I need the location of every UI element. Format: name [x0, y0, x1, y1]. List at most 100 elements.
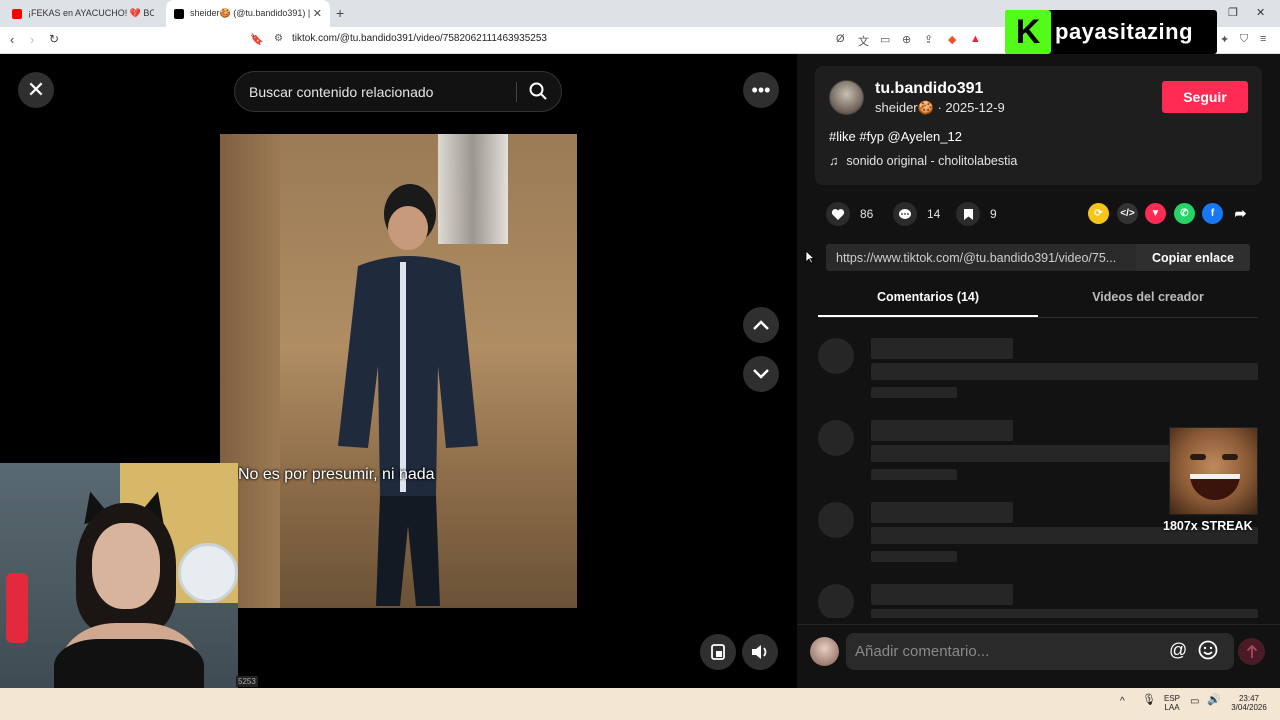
comment-skeleton [818, 584, 1258, 618]
meme-mouth [1190, 474, 1240, 500]
address-bar[interactable]: tiktok.com/@tu.bandido391/video/75820621… [292, 33, 547, 44]
zoom-icon[interactable]: ⊕ [902, 33, 911, 46]
forward-icon[interactable]: › [30, 32, 34, 47]
tab-title: ¡FEKAS en AYACUCHO! 💔 BOT4 [28, 8, 154, 18]
new-tab-button[interactable]: + [336, 5, 344, 21]
keyboard-layout: LAA [1164, 703, 1180, 712]
follow-button[interactable]: Seguir [1162, 81, 1248, 113]
more-options-button[interactable]: ••• [743, 72, 779, 108]
arrow-up-icon [1246, 644, 1257, 658]
status-url-tip: 5253 [236, 676, 258, 687]
copy-link-button[interactable]: Copiar enlace [1136, 244, 1250, 271]
close-window-icon[interactable]: ✕ [1256, 6, 1265, 19]
browser-tab-tiktok[interactable]: sheider🍪 (@tu.bandido391) | ✕ [166, 0, 330, 27]
close-video-button[interactable]: ✕ [18, 72, 54, 108]
meme-eye [1222, 454, 1238, 460]
search-icon[interactable] [528, 81, 548, 104]
comment-input[interactable]: Añadir comentario... @ [846, 633, 1234, 670]
skeleton-line [871, 609, 1258, 618]
author-username[interactable]: tu.bandido391 [875, 80, 983, 98]
volume-button[interactable] [742, 634, 778, 670]
rewards-icon[interactable]: ▲ [970, 33, 981, 45]
microphone-icon[interactable]: 🎙 [1142, 695, 1156, 706]
skeleton-line [871, 338, 1013, 359]
stream-channel-badge: K payasitazing [1005, 10, 1217, 54]
tray-chevron-icon[interactable]: ^ [1120, 697, 1125, 707]
skeleton-line [871, 469, 957, 480]
streak-label: 1807x STREAK [1163, 519, 1253, 533]
search-placeholder: Buscar contenido relacionado [249, 83, 434, 100]
post-music[interactable]: ♫ sonido original - cholitolabestia [829, 154, 1017, 168]
related-search-input[interactable]: Buscar contenido relacionado [234, 71, 562, 112]
close-tab-icon[interactable]: ✕ [313, 7, 322, 20]
webcam-fan [178, 543, 238, 603]
maximize-icon[interactable]: ❐ [1228, 6, 1238, 19]
tab-creator-videos[interactable]: Videos del creador [1038, 290, 1258, 304]
facebook-icon[interactable]: f [1202, 203, 1223, 224]
laughing-meme-image [1169, 427, 1258, 515]
skeleton-line [871, 420, 1013, 441]
browser-tab-youtube[interactable]: ¡FEKAS en AYACUCHO! 💔 BOT4 [4, 0, 162, 27]
tab-comments[interactable]: Comentarios (14) [818, 290, 1038, 304]
volume-icon [752, 645, 767, 659]
skeleton-line [871, 387, 957, 398]
video-player[interactable] [220, 134, 577, 608]
search-divider [516, 82, 517, 102]
save-action[interactable]: 9 [956, 202, 997, 226]
previous-video-button[interactable] [743, 307, 779, 343]
comment-placeholder: Añadir comentario... [855, 643, 990, 660]
skeleton-line [871, 551, 957, 562]
reload-icon[interactable]: ↻ [49, 32, 59, 46]
author-avatar[interactable] [829, 80, 864, 115]
music-title: sonido original - cholitolabestia [846, 154, 1018, 168]
author-meta: sheider🍪 · 2025-12-9 [875, 100, 1005, 116]
translate-icon[interactable]: 文 [858, 33, 869, 49]
next-video-button[interactable] [743, 356, 779, 392]
mini-player-button[interactable] [700, 634, 736, 670]
comment-action[interactable]: 14 [893, 202, 940, 226]
post-comment-button[interactable] [1238, 638, 1265, 665]
meme-eye [1190, 454, 1206, 460]
tab-title: sheider🍪 (@tu.bandido391) | [190, 8, 311, 18]
webcam-face [92, 523, 160, 609]
kick-logo: K [1005, 10, 1051, 54]
music-note-icon: ♫ [829, 154, 839, 168]
embed-icon[interactable]: </> [1117, 203, 1138, 224]
wallet-icon[interactable]: ⛉ [1240, 33, 1248, 46]
menu-icon[interactable]: ≡ [1260, 33, 1266, 45]
repost-icon[interactable]: ⟳ [1088, 203, 1109, 224]
language-indicator[interactable]: ESP LAA [1164, 694, 1180, 712]
share-arrow-icon[interactable]: ➦ [1230, 203, 1251, 224]
language-code: ESP [1164, 694, 1181, 703]
share-link-text[interactable]: https://www.tiktok.com/@tu.bandido391/vi… [826, 251, 1136, 265]
brave-shield-icon[interactable]: ◆ [948, 33, 956, 46]
mouse-cursor-icon [805, 250, 816, 269]
extensions-icon[interactable]: ✦ [1220, 33, 1229, 46]
author-nickname: sheider🍪 [875, 100, 934, 115]
emoji-icon[interactable] [1198, 640, 1218, 664]
bookmark-icon[interactable]: 🔖 [250, 33, 264, 46]
no-tracking-icon[interactable]: Ø [836, 33, 845, 45]
tiktok-favicon-icon [174, 8, 184, 19]
post-description: #like #fyp @Ayelen_12 [829, 129, 962, 144]
speaker-icon[interactable]: 🔊 [1207, 695, 1221, 706]
back-icon[interactable]: ‹ [10, 32, 14, 47]
whatsapp-icon[interactable]: ✆ [1174, 203, 1195, 224]
share-page-icon[interactable]: ⇪ [924, 33, 933, 46]
video-person [338, 184, 478, 606]
send-icon[interactable]: ▼ [1145, 203, 1166, 224]
skeleton-avatar [818, 502, 854, 538]
save-count: 9 [990, 207, 997, 221]
active-tab-underline [818, 315, 1038, 317]
site-info-icon[interactable]: ⚙ [274, 33, 283, 44]
network-icon[interactable]: ▭ [1190, 697, 1199, 707]
mention-icon[interactable]: @ [1169, 640, 1187, 661]
panel-tabs: Comentarios (14) Videos del creador [818, 284, 1258, 318]
like-action[interactable]: 86 [826, 202, 873, 226]
share-link-box: https://www.tiktok.com/@tu.bandido391/vi… [826, 244, 1250, 271]
channel-name: payasitazing [1055, 19, 1194, 44]
heart-icon [826, 202, 850, 226]
clock[interactable]: 23:47 3/04/2026 [1226, 694, 1272, 712]
more-icon: ••• [751, 79, 771, 100]
reader-icon[interactable]: ▭ [880, 33, 890, 46]
